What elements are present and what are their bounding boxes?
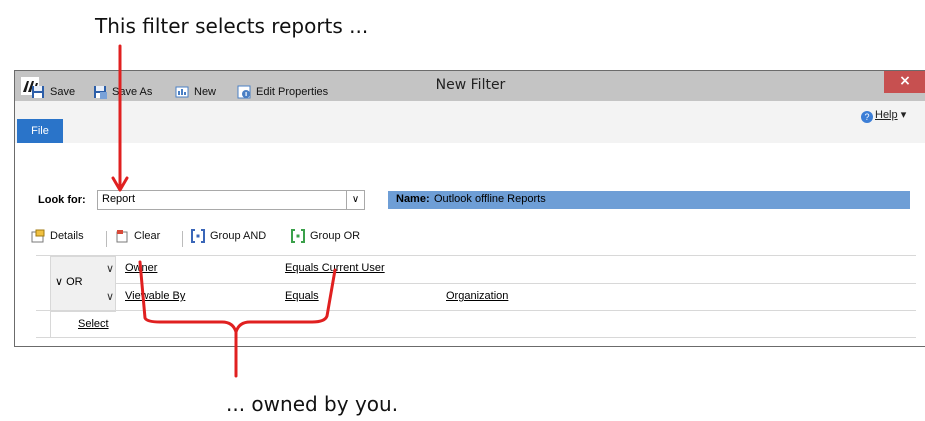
clear-icon [116,230,128,243]
group-or-button[interactable]: Group OR [291,229,360,243]
look-for-value: Report [102,193,136,205]
grid-line [36,255,916,256]
group-and-button[interactable]: Group AND [191,229,266,243]
details-icon [31,229,45,243]
clear-label: Clear [134,230,161,242]
details-label: Details [50,230,84,242]
grid-line [115,283,916,284]
grid-line [50,310,51,337]
chevron-down-icon: ▾ [900,109,907,121]
look-for-label: Look for: [38,194,86,206]
annotation-bottom: ... owned by you. [226,392,399,416]
condition-operator[interactable]: Equals Current User [285,262,385,274]
close-button[interactable]: × [884,71,925,93]
group-and-icon [191,229,205,243]
main-toolbar [15,143,925,187]
toolbar-divider [182,231,183,247]
save-icon [32,86,44,98]
group-or-label: Group OR [310,230,361,242]
edit-properties-button[interactable]: Edit Properties [237,85,328,99]
save-as-button[interactable]: Save As [93,85,152,99]
help-menu[interactable]: ? Help ▾ [861,108,906,123]
grid-line [36,310,916,311]
clear-button[interactable]: Clear [115,229,160,243]
properties-icon [237,85,251,99]
row-menu-chevron-icon[interactable]: ∨ [106,262,114,275]
name-value: Outlook offline Reports [434,193,546,205]
help-icon: ? [861,111,873,123]
details-button[interactable]: Details [31,229,84,243]
group-operator-label: ∨ OR [55,276,83,288]
look-for-select[interactable]: Report ∨ [97,190,365,210]
dropdown-arrow-icon[interactable]: ∨ [346,191,364,209]
file-tab[interactable]: File [17,119,63,143]
edit-properties-label: Edit Properties [256,86,329,98]
select-field-link[interactable]: Select [78,318,109,330]
new-button[interactable]: New [175,85,216,99]
help-label: Help [875,109,898,121]
condition-field[interactable]: Viewable By [125,290,185,302]
save-label: Save [50,86,76,98]
annotation-top: This filter selects reports ... [95,14,369,38]
name-label: Name: [396,193,430,205]
save-button[interactable]: Save [31,85,75,99]
condition-value[interactable]: Organization [446,290,508,302]
toolbar-divider [106,231,107,247]
save-as-icon [94,86,107,99]
group-and-label: Group AND [210,230,267,242]
new-label: New [194,86,217,98]
group-or-icon [291,229,305,243]
grid-line [36,337,916,338]
new-report-icon [175,86,189,98]
row-menu-chevron-icon[interactable]: ∨ [106,290,114,303]
save-as-label: Save As [112,86,153,98]
condition-operator[interactable]: Equals [285,290,319,302]
ribbon [15,101,925,143]
name-field[interactable]: Name: Outlook offline Reports [388,191,910,209]
condition-field[interactable]: Owner [125,262,157,274]
